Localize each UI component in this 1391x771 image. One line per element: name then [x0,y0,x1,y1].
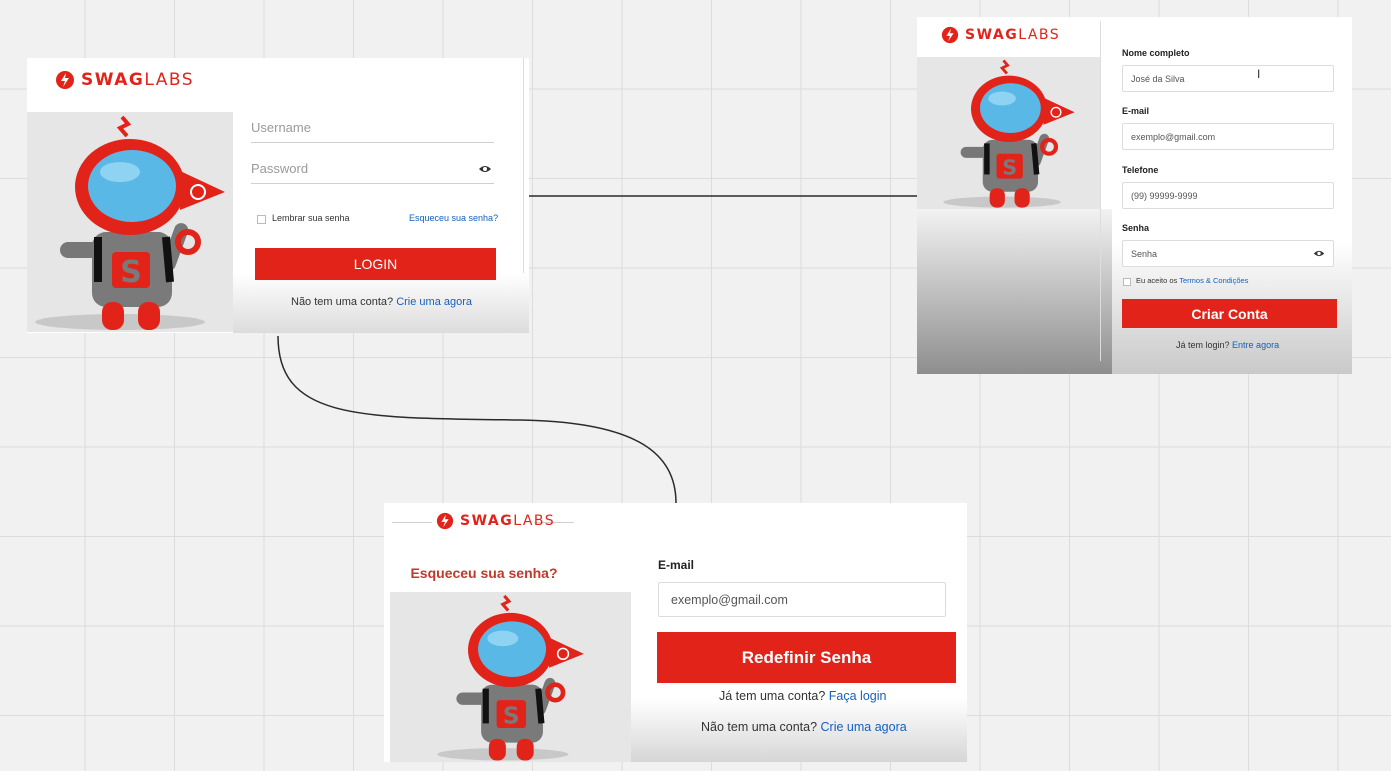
create-account-button[interactable]: Criar Conta [1122,299,1337,328]
mascot-panel [390,592,631,762]
email-placeholder: exemplo@gmail.com [671,592,788,607]
create-account-link[interactable]: Crie uma agora [821,720,907,734]
password-placeholder: Password [251,161,309,176]
name-label: Nome completo [1122,48,1190,58]
reset-password-label: Redefinir Senha [741,647,872,667]
password-placeholder: Senha [1131,248,1158,259]
mascot-illustration [390,592,631,762]
brand-logo: SWAGLABS [436,512,555,530]
have-login-text: Já tem login? [1176,340,1230,350]
terms-prefix: Eu aceito os [1136,276,1178,285]
password-input[interactable]: Senha [1122,240,1334,267]
forgot-password-screen: SWAGLABS Esqueceu sua senha? E-mail exem… [384,503,967,762]
password-input[interactable]: Password [251,161,494,184]
login-prompt: Já tem login? Entre agora [1176,340,1279,350]
no-account-text: Não tem uma conta? [701,720,818,734]
login-prompt: Já tem uma conta? Faça login [719,689,886,703]
mascot-illustration [917,57,1101,209]
mascot-panel [27,112,233,332]
terms-link[interactable]: Termos & Condições [1179,276,1248,285]
email-input[interactable]: exemplo@gmail.com [1122,123,1334,150]
email-placeholder: exemplo@gmail.com [1131,131,1216,142]
name-input[interactable]: José da Silva [1122,65,1334,92]
signup-prompt: Não tem uma conta? Crie uma agora [291,296,472,308]
remember-checkbox[interactable] [257,215,266,224]
brand-bold: SWAG [81,70,145,90]
signup-prompt: Não tem uma conta? Crie uma agora [701,720,907,734]
brand-bold: SWAG [965,27,1019,43]
phone-placeholder: (99) 99999-9999 [1131,190,1198,201]
username-placeholder: Username [251,120,311,135]
mascot-panel [917,57,1101,209]
phone-input[interactable]: (99) 99999-9999 [1122,182,1334,209]
login-button[interactable]: LOGIN [255,248,496,280]
forgot-right-top-panel [578,525,631,592]
forgot-heading-box: Esqueceu sua senha? [390,555,578,591]
eye-icon[interactable] [1313,249,1325,258]
i-beam-cursor-icon: I [1257,67,1261,81]
register-left-fade [917,209,1112,374]
enter-now-link[interactable]: Entre agora [1232,340,1279,350]
forgot-password-link[interactable]: Esqueceu sua senha? [409,213,498,223]
connector-login-to-forgot [277,335,677,504]
register-form-border [1100,21,1101,361]
username-input[interactable]: Username [251,120,494,143]
login-button-label: LOGIN [353,256,398,272]
swaglabs-bolt-icon [55,70,75,90]
do-login-link[interactable]: Faça login [829,689,887,703]
create-account-link[interactable]: Crie uma agora [396,296,472,308]
name-value: José da Silva [1131,73,1185,84]
brand-light: LABS [513,513,556,529]
email-label: E-mail [1122,106,1150,116]
password-label: Senha [1122,223,1150,233]
terms-text: Eu aceito os Termos & Condições [1136,276,1248,285]
email-input[interactable]: exemplo@gmail.com [658,582,946,617]
login-screen: SWAGLABS Username Password Lembrar sua s… [27,58,529,333]
brand-light: LABS [1018,27,1061,43]
swaglabs-bolt-icon [436,512,454,530]
eye-icon[interactable] [478,164,492,174]
create-account-label: Criar Conta [1191,305,1268,322]
swaglabs-bolt-icon [941,26,959,44]
phone-label: Telefone [1122,165,1159,175]
email-label: E-mail [658,558,695,572]
logo-divider-left [392,522,432,523]
register-screen: SWAGLABS Nome completo José da Silva I E… [917,17,1352,374]
have-account-text: Já tem uma conta? [719,689,826,703]
brand-light: LABS [144,70,194,90]
reset-password-button[interactable]: Redefinir Senha [657,632,956,683]
remember-label: Lembrar sua senha [272,213,350,223]
no-account-text: Não tem uma conta? [291,296,394,308]
brand-logo: SWAGLABS [941,26,1060,44]
brand-logo: SWAGLABS [55,70,194,90]
mascot-illustration [27,112,233,332]
terms-checkbox[interactable] [1123,278,1131,286]
forgot-heading: Esqueceu sua senha? [410,565,558,581]
brand-bold: SWAG [460,513,514,529]
